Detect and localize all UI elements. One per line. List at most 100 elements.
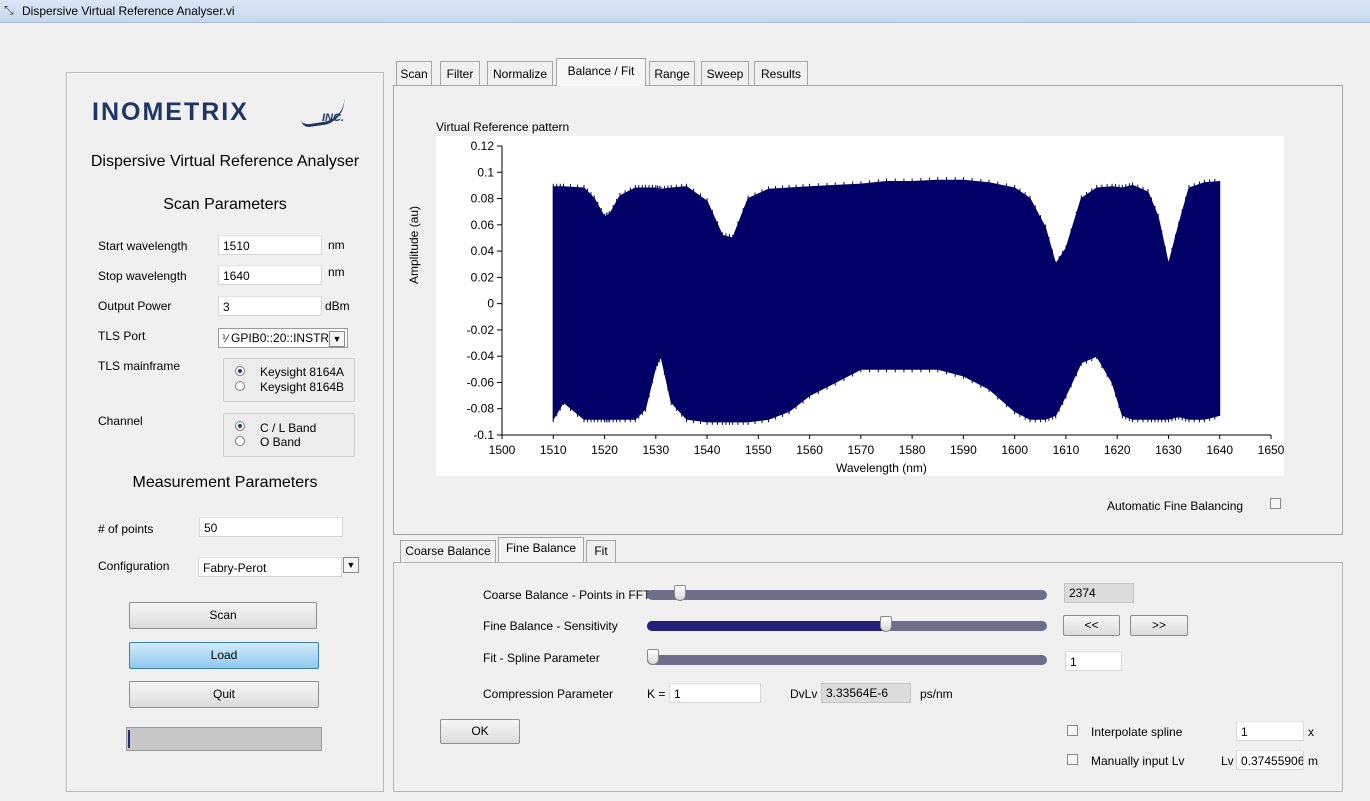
ok-button[interactable]: OK: [440, 719, 520, 744]
k-input[interactable]: 1: [669, 683, 761, 703]
chart-ylabel-text: Amplitude (au): [407, 205, 421, 284]
chart-svg[interactable]: 1500 1510 1520 1530 1540 1550 1560 1570 1580 1590…: [436, 136, 1284, 476]
lv-label: Lv: [1221, 754, 1234, 768]
x-tick-label: 1510: [540, 443, 567, 457]
coarse-balance-value: 2374: [1064, 583, 1134, 603]
logo-suffix: INC.: [322, 112, 344, 124]
x-tick-label: 1620: [1104, 443, 1131, 457]
x-tick-label: 1550: [745, 443, 772, 457]
y-tick-label: -0.1: [473, 428, 494, 442]
radio-label-8164a: Keysight 8164A: [260, 365, 345, 379]
k-label: K =: [647, 687, 666, 701]
subtab-coarse-balance[interactable]: Coarse Balance: [400, 540, 496, 562]
radio-cl-band[interactable]: [235, 421, 245, 431]
interpolate-factor-input[interactable]: 1: [1236, 721, 1304, 741]
y-tick-label: -0.06: [467, 375, 495, 389]
auto-fine-balancing-label: Automatic Fine Balancing: [1107, 499, 1244, 513]
y-tick-label: 0.04: [471, 244, 495, 258]
radio-label-o-band: O Band: [260, 435, 301, 449]
x-tick-label: 1580: [899, 443, 926, 457]
interpolate-factor-unit: x: [1308, 725, 1314, 739]
tab-range[interactable]: Range: [649, 61, 695, 85]
tls-mainframe-label: TLS mainframe: [98, 359, 181, 373]
x-tick-label: 1570: [848, 443, 875, 457]
progress-bar: [126, 727, 322, 751]
dvlv-unit: ps/nm: [920, 687, 953, 701]
y-tick-label: -0.08: [467, 402, 495, 416]
manual-lv-checkbox[interactable]: [1067, 754, 1078, 765]
start-wavelength-input[interactable]: 1510: [218, 235, 322, 255]
chevron-down-icon[interactable]: ▼: [343, 557, 359, 573]
window-title: Dispersive Virtual Reference Analyser.vi: [22, 4, 235, 18]
y-tick-label: 0.1: [477, 165, 494, 179]
subtab-fit[interactable]: Fit: [586, 540, 616, 562]
x-tick-label: 1640: [1206, 443, 1233, 457]
stop-wavelength-label: Stop wavelength: [98, 269, 187, 283]
coarse-balance-slider-thumb[interactable]: [674, 585, 687, 601]
spline-parameter-input[interactable]: 1: [1065, 651, 1122, 671]
configuration-select[interactable]: Fabry-Perot: [198, 557, 342, 577]
spline-parameter-slider-thumb[interactable]: [647, 649, 659, 665]
compression-parameter-label: Compression Parameter: [483, 687, 614, 701]
progress-fill: [128, 730, 130, 748]
spline-parameter-slider[interactable]: [647, 655, 1047, 665]
decrease-sensitivity-button[interactable]: <<: [1063, 615, 1120, 636]
tab-scan[interactable]: Scan: [396, 61, 432, 85]
chart-ylabel: Amplitude (au): [407, 164, 421, 284]
points-input[interactable]: 50: [199, 517, 343, 537]
x-tick-label: 1630: [1155, 443, 1182, 457]
coarse-balance-label: Coarse Balance - Points in FFT: [483, 588, 651, 602]
y-tick-label: 0: [487, 297, 494, 311]
fine-balance-slider-thumb[interactable]: [879, 616, 892, 632]
auto-fine-balancing-checkbox[interactable]: [1270, 498, 1281, 509]
coarse-balance-slider[interactable]: [647, 590, 1047, 600]
x-tick-label: 1650: [1258, 443, 1284, 457]
lv-input[interactable]: 0.374559062: [1236, 750, 1304, 770]
channel-label: Channel: [98, 414, 143, 428]
tab-results[interactable]: Results: [754, 61, 808, 85]
x-tick-label: 1590: [950, 443, 977, 457]
tab-normalize[interactable]: Normalize: [487, 61, 553, 85]
fine-balance-slider-fill: [647, 621, 886, 631]
increase-sensitivity-button[interactable]: >>: [1130, 615, 1188, 636]
chevron-down-icon[interactable]: ▼: [329, 331, 345, 347]
y-tick-label: 0.06: [471, 218, 495, 232]
x-tick-label: 1560: [796, 443, 823, 457]
measurement-parameters-heading: Measurement Parameters: [132, 474, 318, 491]
y-tick-label: 0.12: [471, 139, 495, 153]
radio-label-cl-band: C / L Band: [260, 421, 317, 435]
radio-o-band[interactable]: [235, 436, 245, 446]
stop-wavelength-unit: nm: [328, 265, 345, 279]
y-tick-label: 0.02: [471, 270, 495, 284]
tab-sweep[interactable]: Sweep: [701, 61, 749, 85]
company-logo: INOMETRIX: [92, 98, 249, 126]
output-power-unit: dBm: [325, 299, 350, 313]
fine-balance-label: Fine Balance - Sensitivity: [483, 619, 618, 633]
y-tick-label: 0.08: [471, 192, 495, 206]
app-heading: Dispersive Virtual Reference Analyser: [90, 153, 360, 170]
x-tick-label: 1610: [1053, 443, 1080, 457]
radio-keysight-8164a[interactable]: [235, 366, 245, 376]
x-tick-label: 1500: [489, 443, 516, 457]
scan-button[interactable]: Scan: [129, 602, 317, 629]
output-power-input[interactable]: 3: [218, 296, 322, 316]
fine-balance-slider[interactable]: [647, 621, 1047, 631]
manual-lv-label: Manually input Lv: [1091, 754, 1185, 768]
quit-button[interactable]: Quit: [129, 681, 319, 708]
tab-filter[interactable]: Filter: [440, 61, 480, 85]
spline-parameter-label: Fit - Spline Parameter: [483, 651, 600, 665]
load-button[interactable]: Load: [129, 642, 319, 669]
dvlv-label: DvLv: [790, 687, 818, 701]
radio-keysight-8164b[interactable]: [235, 381, 245, 391]
tls-port-select[interactable]: ⅟ GPIB0::20::INSTR ▼: [218, 328, 348, 348]
y-tick-label: -0.02: [467, 323, 495, 337]
app-icon: ⤡: [4, 3, 14, 17]
dvlv-value: 3.33564E-6: [821, 683, 911, 703]
interpolate-spline-label: Interpolate spline: [1091, 725, 1183, 739]
tab-balance-fit[interactable]: Balance / Fit: [556, 58, 646, 86]
chart-title: Virtual Reference pattern: [436, 120, 570, 134]
interpolate-spline-checkbox[interactable]: [1067, 725, 1078, 736]
stop-wavelength-input[interactable]: 1640: [218, 265, 322, 285]
start-wavelength-unit: nm: [328, 238, 345, 252]
subtab-fine-balance[interactable]: Fine Balance: [498, 537, 584, 563]
